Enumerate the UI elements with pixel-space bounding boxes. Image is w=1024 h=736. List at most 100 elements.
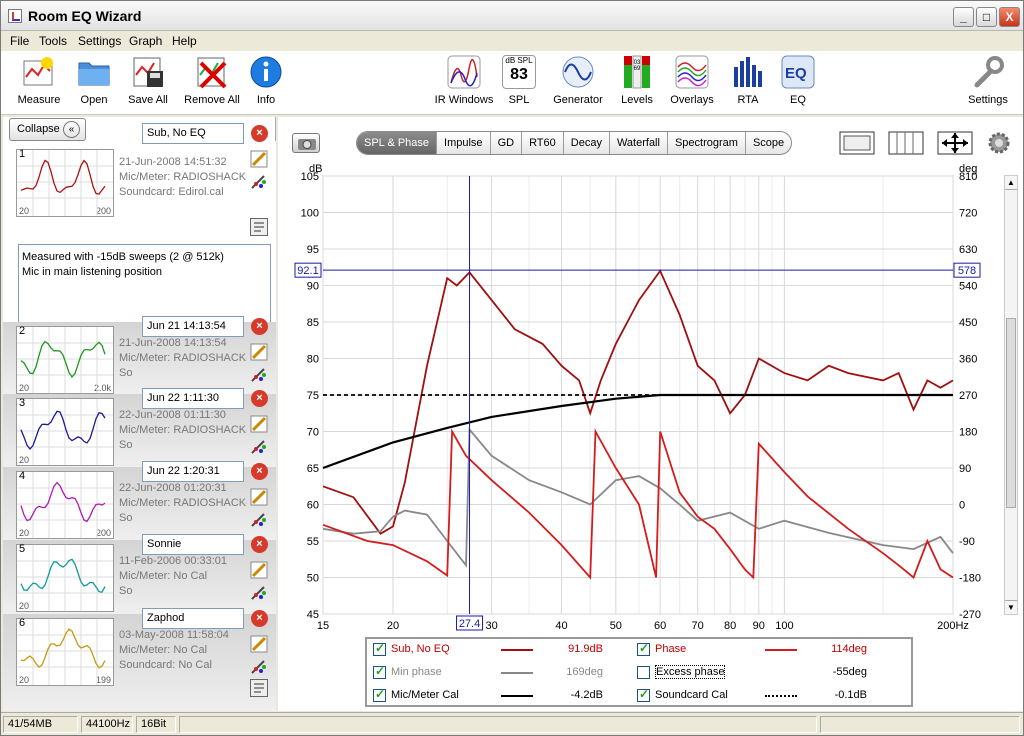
tab-gd[interactable]: GD: [491, 132, 523, 154]
close-button[interactable]: X: [999, 7, 1020, 27]
legend-checkbox[interactable]: [637, 666, 650, 679]
save-all-icon: [131, 55, 165, 89]
remove-measurement-icon[interactable]: ×: [251, 463, 268, 480]
edit-cal-icon[interactable]: [250, 415, 268, 433]
x-tick-label: 100: [775, 620, 793, 632]
scroll-down-icon[interactable]: ▼: [1005, 600, 1017, 614]
color-pick-icon[interactable]: [250, 510, 268, 528]
measurement-name-field[interactable]: Sonnie: [142, 534, 244, 555]
open-button[interactable]: Open: [75, 55, 113, 106]
color-pick-icon[interactable]: [250, 172, 268, 190]
generator-button[interactable]: Generator: [551, 55, 605, 106]
notes-icon[interactable]: [250, 218, 268, 236]
status-message: [179, 716, 817, 733]
edit-cal-icon[interactable]: [250, 343, 268, 361]
legend-checkbox[interactable]: [373, 641, 386, 656]
measurement-card[interactable]: 3 20 22-Jun-2008 01:11:30 Mic/Meter: RADIOS…: [3, 388, 276, 467]
measurement-card[interactable]: 1 20 200 21-Jun-2008 14:51:32 Mic/Meter: RAD…: [3, 123, 276, 352]
edit-cal-icon[interactable]: [250, 150, 268, 168]
status-extra: [820, 716, 1020, 733]
edit-cal-icon[interactable]: [250, 488, 268, 506]
tab-scope[interactable]: Scope: [746, 132, 791, 154]
remove-measurement-icon[interactable]: ×: [251, 125, 268, 142]
edit-cal-icon[interactable]: [250, 561, 268, 579]
minimize-button[interactable]: _: [953, 7, 974, 27]
overlays-button[interactable]: Overlays: [668, 55, 716, 106]
save-all-button[interactable]: Save All: [125, 55, 171, 106]
measurement-thumbnail[interactable]: 1 20 200: [16, 148, 114, 217]
scroll-thumb[interactable]: [1006, 318, 1016, 508]
tab-spl-phase[interactable]: SPL & Phase: [357, 132, 438, 154]
tab-rt60[interactable]: RT60: [522, 132, 564, 154]
notes-icon[interactable]: [250, 679, 268, 697]
remove-measurement-icon[interactable]: ×: [251, 610, 268, 627]
color-pick-icon[interactable]: [250, 583, 268, 601]
edit-cal-icon[interactable]: [250, 635, 268, 653]
measurement-name-field[interactable]: Jun 21 14:13:54: [142, 316, 244, 337]
ir-windows-button[interactable]: IR Windows: [434, 55, 494, 106]
menu-file[interactable]: File: [10, 34, 29, 48]
measurement-name-field[interactable]: Jun 22 1:20:31: [142, 461, 244, 482]
measurement-card[interactable]: 4 20 200 22-Jun-2008 01:20:31 Mic/Meter: RAD…: [3, 461, 276, 540]
levels-icon: 0369: [620, 55, 654, 89]
measurement-card[interactable]: 2 20 2.0k 21-Jun-2008 14:13:54 Mic/Meter: RA…: [3, 316, 276, 394]
maximize-button[interactable]: □: [976, 7, 997, 27]
spl-phase-graph[interactable]: 1051009590858075706560555045810720630540…: [278, 157, 1004, 635]
measurement-thumbnail[interactable]: 4 20 200: [16, 470, 114, 539]
vertical-scrollbar[interactable]: ▲ ▼: [1004, 175, 1018, 615]
rta-button[interactable]: RTA: [731, 55, 765, 106]
remove-all-button[interactable]: Remove All: [183, 55, 241, 106]
remove-measurement-icon[interactable]: ×: [251, 536, 268, 553]
cursor-freq-value: 27.4: [459, 618, 480, 630]
x-tick-label: 40: [555, 620, 567, 632]
color-pick-icon[interactable]: [250, 437, 268, 455]
scroll-up-icon[interactable]: ▲: [1005, 176, 1017, 190]
color-pick-icon[interactable]: [250, 657, 268, 675]
tab-spectrogram[interactable]: Spectrogram: [668, 132, 746, 154]
info-button[interactable]: Info: [249, 55, 283, 106]
status-bar: 41/54MB 44100Hz 16Bit: [1, 712, 1023, 735]
measurement-thumbnail[interactable]: 3 20: [16, 397, 114, 466]
levels-button[interactable]: 0369 Levels: [617, 55, 657, 106]
camera-icon[interactable]: [292, 133, 320, 153]
measurement-name-field[interactable]: Zaphod: [142, 608, 244, 629]
menu-graph[interactable]: Graph: [129, 34, 162, 48]
measure-button[interactable]: Measure: [15, 55, 63, 106]
measurement-name-field[interactable]: Sub, No EQ: [142, 123, 244, 144]
measurement-card[interactable]: 5 20 11-Feb-2006 00:33:01 Mic/Meter: No Cal…: [3, 534, 276, 614]
collapse-button[interactable]: Collapse «: [9, 118, 86, 141]
legend-checkbox[interactable]: [373, 664, 386, 679]
y-tick-label: 100: [301, 208, 319, 220]
legend-checkbox[interactable]: [637, 641, 650, 656]
legend-checkbox[interactable]: [637, 687, 650, 702]
eq-button[interactable]: EQ EQ: [781, 55, 815, 106]
menu-bar: File Tools Settings Graph Help: [1, 31, 1023, 51]
measurement-date: 03-May-2008 11:58:04: [119, 629, 229, 641]
tab-waterfall[interactable]: Waterfall: [610, 132, 668, 154]
menu-help[interactable]: Help: [172, 34, 197, 48]
legend-checkbox[interactable]: [373, 687, 386, 702]
zoom-fit-icon[interactable]: [839, 131, 875, 155]
info-icon: [249, 55, 283, 89]
tab-impulse[interactable]: Impulse: [437, 132, 491, 154]
measurement-name-field[interactable]: Jun 22 1:11:30: [142, 388, 244, 409]
settings-button[interactable]: Settings: [966, 55, 1010, 106]
menu-settings[interactable]: Settings: [78, 34, 121, 48]
gear-icon[interactable]: [987, 131, 1011, 155]
color-pick-icon[interactable]: [250, 365, 268, 383]
measurement-card[interactable]: 6 20 199 03-May-2008 11:58:04 Mic/Meter: No …: [3, 608, 276, 711]
measurement-thumbnail[interactable]: 2 20 2.0k: [16, 325, 114, 394]
measurement-thumbnail[interactable]: 6 20 199: [16, 617, 114, 686]
measurement-mic: Mic/Meter: RADIOSHACK-: [119, 497, 247, 509]
grid-icon[interactable]: [888, 131, 924, 155]
remove-measurement-icon[interactable]: ×: [251, 318, 268, 335]
tab-decay[interactable]: Decay: [564, 132, 610, 154]
remove-measurement-icon[interactable]: ×: [251, 390, 268, 407]
expand-arrows-icon[interactable]: [937, 129, 973, 157]
spl-meter-button[interactable]: dB SPL 83 SPL: [501, 55, 537, 106]
measurement-thumbnail[interactable]: 5 20: [16, 543, 114, 612]
menu-tools[interactable]: Tools: [39, 34, 67, 48]
x-tick-label: 30: [485, 620, 497, 632]
measurement-notes[interactable]: Measured with -15dB sweeps (2 @ 512k) Mic…: [18, 244, 271, 324]
app-icon: [8, 9, 22, 23]
